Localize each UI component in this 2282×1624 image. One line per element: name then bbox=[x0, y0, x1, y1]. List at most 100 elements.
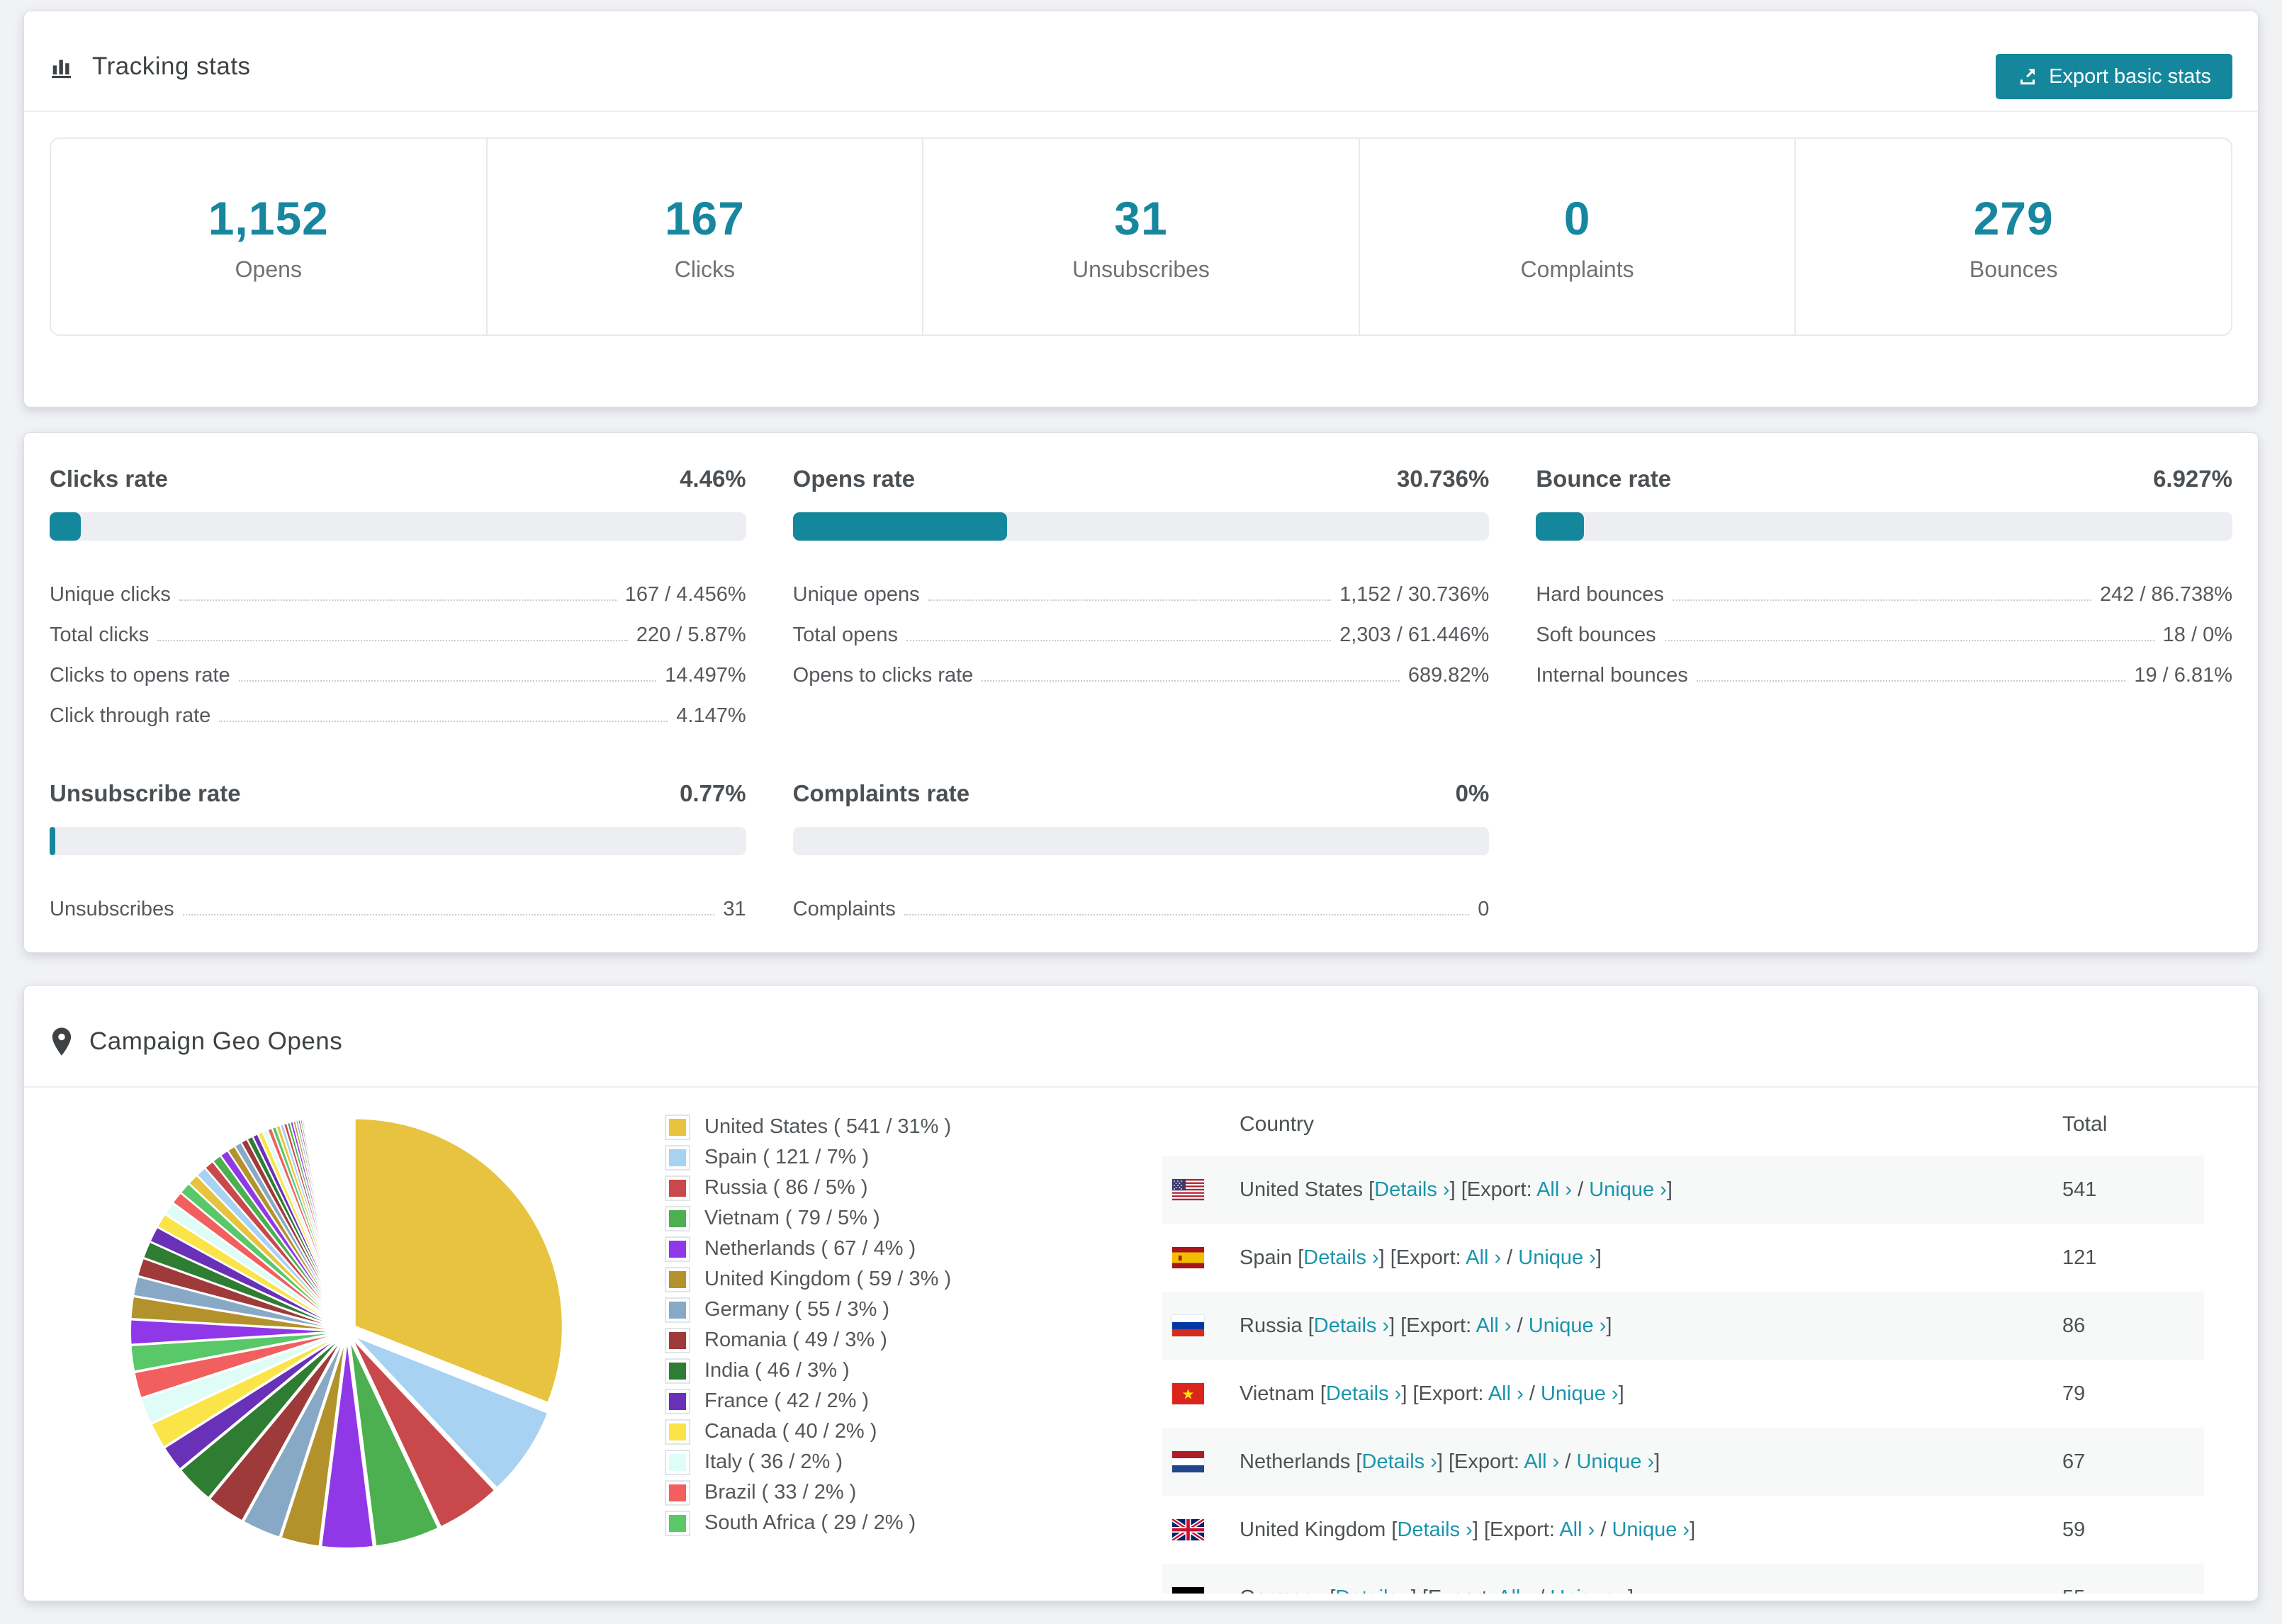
rate-detail-row: Unsubscribes 31 bbox=[50, 881, 746, 921]
legend-item-canada[interactable]: Canada ( 40 / 2% ) bbox=[665, 1416, 985, 1447]
legend-swatch bbox=[665, 1144, 690, 1171]
export-all-link-de[interactable]: All › bbox=[1497, 1586, 1533, 1594]
legend-item-romania[interactable]: Romania ( 49 / 3% ) bbox=[665, 1325, 985, 1355]
export-all-link-es[interactable]: All › bbox=[1466, 1246, 1501, 1269]
legend-label: Canada ( 40 / 2% ) bbox=[704, 1420, 877, 1443]
legend-item-south-africa[interactable]: South Africa ( 29 / 2% ) bbox=[665, 1508, 985, 1538]
rate-title: Bounce rate bbox=[1536, 466, 1672, 492]
geo-opens-pie-chart[interactable] bbox=[99, 1103, 581, 1571]
legend-label: United Kingdom ( 59 / 3% ) bbox=[704, 1268, 952, 1290]
legend-label: Romania ( 49 / 3% ) bbox=[704, 1329, 887, 1351]
summary-stat-box: 31 Unsubscribes bbox=[923, 139, 1360, 334]
export-unique-link-us[interactable]: Unique › bbox=[1589, 1178, 1667, 1201]
rate-progress-fill bbox=[792, 512, 1007, 541]
rate-title: Clicks rate bbox=[50, 466, 168, 492]
legend-item-united-kingdom[interactable]: United Kingdom ( 59 / 3% ) bbox=[665, 1264, 985, 1295]
details-link-vn[interactable]: Details › bbox=[1326, 1382, 1401, 1405]
legend-label: Netherlands ( 67 / 4% ) bbox=[704, 1237, 916, 1260]
legend-item-india[interactable]: India ( 46 / 3% ) bbox=[665, 1355, 985, 1386]
legend-item-italy[interactable]: Italy ( 36 / 2% ) bbox=[665, 1447, 985, 1477]
legend-swatch bbox=[665, 1327, 690, 1353]
dotted-leader bbox=[238, 680, 657, 682]
flag-us-icon bbox=[1162, 1179, 1240, 1200]
export-all-link-nl[interactable]: All › bbox=[1524, 1450, 1559, 1473]
dotted-leader bbox=[182, 914, 715, 915]
rate-detail-label: Hard bounces bbox=[1536, 583, 1664, 606]
legend-swatch bbox=[665, 1297, 690, 1323]
legend-item-russia[interactable]: Russia ( 86 / 5% ) bbox=[665, 1173, 985, 1203]
details-link-de[interactable]: Details › bbox=[1335, 1586, 1410, 1594]
dotted-leader bbox=[219, 721, 668, 722]
geo-table-row-us: United States [Details ›] [Export: All ›… bbox=[1162, 1156, 2204, 1224]
rate-detail-label: Soft bounces bbox=[1536, 624, 1656, 646]
tracking-stats-header: Tracking stats Export basic stats bbox=[24, 11, 2258, 111]
export-button-label: Export basic stats bbox=[2049, 64, 2211, 88]
rate-detail-value: 14.497% bbox=[665, 664, 746, 687]
flag-ru-icon bbox=[1162, 1315, 1240, 1336]
legend-item-brazil[interactable]: Brazil ( 33 / 2% ) bbox=[665, 1477, 985, 1508]
rate-detail-value: 0 bbox=[1478, 898, 1490, 920]
geo-table-country-cell: Germany [Details ›] [Export: All › / Uni… bbox=[1240, 1586, 2062, 1594]
rate-section-complaints-rate: Complaints rate 0% Complaints 0 bbox=[792, 780, 1490, 921]
export-basic-stats-button[interactable]: Export basic stats bbox=[1996, 54, 2232, 99]
geo-table-row-de: Germany [Details ›] [Export: All › / Uni… bbox=[1162, 1564, 2204, 1594]
export-unique-link-vn[interactable]: Unique › bbox=[1541, 1382, 1619, 1405]
export-all-link-ru[interactable]: All › bbox=[1476, 1314, 1512, 1337]
summary-stat-box: 167 Clicks bbox=[488, 139, 924, 334]
legend-label: India ( 46 / 3% ) bbox=[704, 1359, 850, 1382]
summary-stat-value: 279 bbox=[1973, 191, 2054, 244]
details-link-es[interactable]: Details › bbox=[1303, 1246, 1378, 1269]
geo-table-total-cell: 59 bbox=[2062, 1518, 2086, 1541]
rate-detail-label: Internal bounces bbox=[1536, 664, 1688, 687]
rate-detail-label: Total opens bbox=[792, 624, 898, 646]
dotted-leader bbox=[157, 640, 628, 641]
rate-detail-label: Opens to clicks rate bbox=[792, 664, 974, 687]
details-link-nl[interactable]: Details › bbox=[1362, 1450, 1437, 1473]
rate-value: 0.77% bbox=[680, 780, 746, 806]
geo-table-header-country: Country bbox=[1240, 1112, 1315, 1136]
geo-table-total-cell: 541 bbox=[2062, 1178, 2097, 1201]
summary-stat-value: 167 bbox=[664, 191, 745, 244]
rate-detail-value: 220 / 5.87% bbox=[636, 624, 746, 646]
rate-progress-bar bbox=[792, 512, 1490, 541]
details-link-ru[interactable]: Details › bbox=[1314, 1314, 1389, 1337]
export-all-link-gb[interactable]: All › bbox=[1559, 1518, 1595, 1541]
export-unique-link-de[interactable]: Unique › bbox=[1550, 1586, 1628, 1594]
rate-detail-row: Complaints 0 bbox=[793, 881, 1490, 921]
legend-item-united-states[interactable]: United States ( 541 / 31% ) bbox=[665, 1112, 985, 1142]
rate-detail-value: 689.82% bbox=[1407, 664, 1490, 687]
legend-item-netherlands[interactable]: Netherlands ( 67 / 4% ) bbox=[665, 1234, 985, 1264]
rate-value: 0% bbox=[1455, 780, 1490, 806]
legend-label: Italy ( 36 / 2% ) bbox=[704, 1450, 843, 1473]
dotted-leader bbox=[1672, 599, 2091, 601]
geo-table-country-cell: Russia [Details ›] [Export: All › / Uniq… bbox=[1240, 1314, 1612, 1337]
geo-table-row-ru: Russia [Details ›] [Export: All › / Uniq… bbox=[1162, 1292, 2204, 1360]
geo-table-header-total: Total bbox=[2062, 1112, 2108, 1136]
legend-item-vietnam[interactable]: Vietnam ( 79 / 5% ) bbox=[665, 1203, 985, 1234]
export-icon bbox=[2017, 66, 2038, 87]
flag-vn-icon bbox=[1162, 1383, 1240, 1404]
rate-detail-value: 167 / 4.456% bbox=[624, 583, 746, 606]
export-all-link-us[interactable]: All › bbox=[1536, 1178, 1572, 1201]
legend-swatch bbox=[665, 1114, 690, 1140]
export-unique-link-gb[interactable]: Unique › bbox=[1612, 1518, 1690, 1541]
geo-table-country-cell: Vietnam [Details ›] [Export: All › / Uni… bbox=[1240, 1382, 1624, 1405]
legend-item-spain[interactable]: Spain ( 121 / 7% ) bbox=[665, 1142, 985, 1173]
rate-section-unsubscribe-rate: Unsubscribe rate 0.77% Unsubscribes 31 bbox=[50, 780, 746, 921]
export-unique-link-nl[interactable]: Unique › bbox=[1576, 1450, 1654, 1473]
details-link-gb[interactable]: Details › bbox=[1397, 1518, 1472, 1541]
legend-swatch bbox=[665, 1175, 690, 1201]
legend-swatch bbox=[665, 1358, 690, 1384]
summary-stat-value: 0 bbox=[1563, 191, 1591, 244]
legend-item-germany[interactable]: Germany ( 55 / 3% ) bbox=[665, 1295, 985, 1325]
legend-item-france[interactable]: France ( 42 / 2% ) bbox=[665, 1386, 985, 1416]
legend-swatch bbox=[665, 1205, 690, 1231]
export-all-link-vn[interactable]: All › bbox=[1488, 1382, 1524, 1405]
pie-legend: United States ( 541 / 31% ) Spain ( 121 /… bbox=[631, 1088, 985, 1594]
export-unique-link-ru[interactable]: Unique › bbox=[1529, 1314, 1607, 1337]
rate-detail-value: 19 / 6.81% bbox=[2134, 664, 2232, 687]
details-link-us[interactable]: Details › bbox=[1374, 1178, 1449, 1201]
legend-label: United States ( 541 / 31% ) bbox=[704, 1115, 952, 1138]
export-unique-link-es[interactable]: Unique › bbox=[1518, 1246, 1596, 1269]
geo-title: Campaign Geo Opens bbox=[89, 1027, 343, 1055]
